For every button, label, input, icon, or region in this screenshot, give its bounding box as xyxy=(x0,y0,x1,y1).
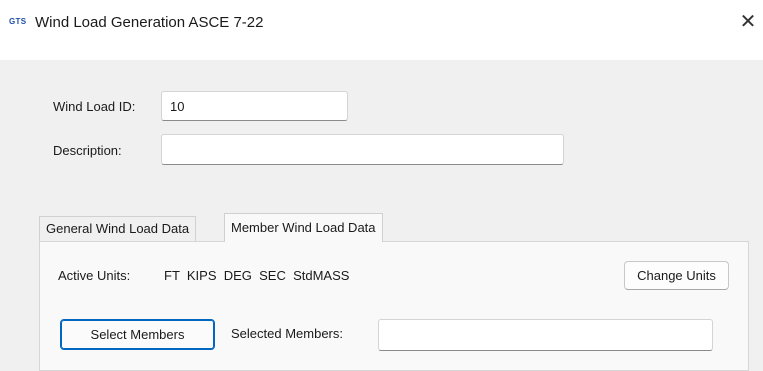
title-bar: GTS Wind Load Generation ASCE 7-22 ✕ xyxy=(0,0,763,60)
active-units-value: FT KIPS DEG SEC StdMASS xyxy=(164,268,350,283)
selected-members-input[interactable] xyxy=(378,319,713,351)
tab-member-wind-load-data[interactable]: Member Wind Load Data xyxy=(224,213,383,242)
active-units-label: Active Units: xyxy=(58,268,131,283)
window-title: Wind Load Generation ASCE 7-22 xyxy=(35,14,264,31)
wind-load-id-label: Wind Load ID: xyxy=(53,99,136,114)
change-units-button[interactable]: Change Units xyxy=(624,261,729,290)
close-icon[interactable]: ✕ xyxy=(737,11,759,33)
tab-general-wind-load-data[interactable]: General Wind Load Data xyxy=(39,216,197,241)
selected-members-label: Selected Members: xyxy=(231,326,343,341)
gts-app-icon: GTS xyxy=(9,17,27,26)
select-members-button[interactable]: Select Members xyxy=(60,319,215,350)
description-input[interactable] xyxy=(161,134,564,165)
description-label: Description: xyxy=(53,143,122,158)
wind-load-id-input[interactable] xyxy=(161,91,348,121)
